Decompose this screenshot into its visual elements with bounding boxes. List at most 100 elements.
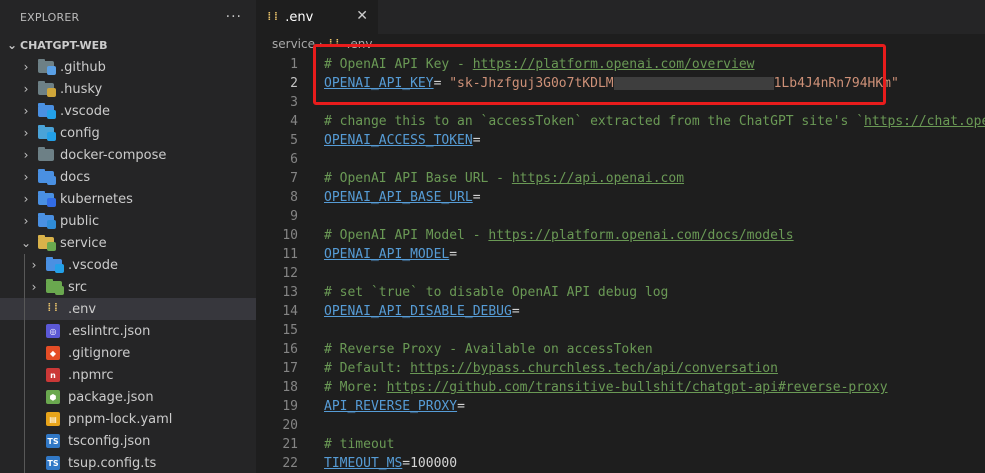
code-line: 8 OPENAI_API_BASE_URL=: [256, 188, 985, 207]
tree-item[interactable]: › public: [0, 210, 256, 232]
comment-link[interactable]: https://platform.openai.com/overview: [473, 57, 755, 72]
code-line: 15: [256, 321, 985, 340]
tree-item-label: .eslintrc.json: [68, 323, 151, 339]
indent-guide: [24, 276, 25, 298]
tree-item[interactable]: ◆ .gitignore: [0, 342, 256, 364]
code-line: 18 # More: https://github.com/transitive-…: [256, 378, 985, 397]
tree-item[interactable]: n .npmrc: [0, 364, 256, 386]
chevron-down-icon: ⌄: [6, 38, 18, 52]
tree-item[interactable]: ⬢ package.json: [0, 386, 256, 408]
chevron-right-icon: ›: [31, 258, 37, 272]
tree-item[interactable]: › .vscode: [0, 100, 256, 122]
code-line: 6: [256, 150, 985, 169]
code-text: # change this to an `accessToken` extrac…: [324, 112, 985, 131]
tree-item-label: .vscode: [60, 103, 110, 119]
close-icon[interactable]: ✕: [356, 8, 368, 24]
tree-item-label: service: [60, 235, 107, 251]
file-type-icon: TS: [46, 455, 62, 471]
line-number: 14: [282, 304, 298, 319]
breadcrumb-item-env[interactable]: .env: [347, 37, 373, 51]
line-number: 7: [290, 171, 298, 186]
tree-item[interactable]: ▤ pnpm-lock.yaml: [0, 408, 256, 430]
code-token: # change this to an `accessToken` extrac…: [324, 114, 865, 129]
folder-icon: [38, 191, 56, 207]
code-line: 14 OPENAI_API_DISABLE_DEBUG=: [256, 302, 985, 321]
code-token: =: [472, 133, 481, 148]
comment-link[interactable]: https://platform.openai.com/docs/models: [488, 228, 793, 243]
tab-env[interactable]: ⁞⁞ .env ✕: [256, 0, 378, 34]
tree-item-label: .husky: [60, 81, 103, 97]
chevron-right-icon: ›: [318, 37, 324, 51]
line-number: 15: [282, 323, 298, 338]
code-token: # More:: [324, 380, 387, 395]
line-number: 9: [290, 209, 298, 224]
folder-icon: [38, 59, 56, 75]
code-text: OPENAI_API_MODEL=: [324, 245, 457, 264]
code-line: 1 # OpenAI API Key - https://platform.ope…: [256, 55, 985, 74]
code-editor[interactable]: 1 # OpenAI API Key - https://platform.ope…: [256, 54, 985, 473]
indent-guide: [24, 386, 25, 408]
comment-link[interactable]: https://bypass.churchless.tech/api/conve…: [410, 361, 778, 376]
line-number: 1: [290, 57, 298, 72]
line-number: 3: [290, 95, 298, 110]
tree-item-label: package.json: [68, 389, 154, 405]
env-key: OPENAI_API_DISABLE_DEBUG: [324, 304, 512, 319]
env-key: TIMEOUT_MS: [324, 456, 403, 471]
code-line: 16 # Reverse Proxy - Available on accessT…: [256, 340, 985, 359]
line-number: 5: [290, 133, 298, 148]
tree-item[interactable]: › .github: [0, 56, 256, 78]
tree-item-label: .gitignore: [68, 345, 131, 361]
code-token: # OpenAI API Base URL -: [324, 171, 512, 186]
tree-item[interactable]: › docker-compose: [0, 144, 256, 166]
tree-item-label: tsup.config.ts: [68, 455, 157, 471]
tree-item-label: .npmrc: [68, 367, 114, 383]
env-file-icon: ⁞⁞: [327, 37, 341, 50]
tree-item[interactable]: › config: [0, 122, 256, 144]
line-number: 17: [282, 361, 298, 376]
comment-link[interactable]: https://chat.open: [864, 114, 985, 129]
comment-link[interactable]: https://api.openai.com: [512, 171, 684, 186]
folder-icon: [46, 279, 64, 295]
tree-item[interactable]: › kubernetes: [0, 188, 256, 210]
tree-item[interactable]: › .husky: [0, 78, 256, 100]
tree-item[interactable]: › docs: [0, 166, 256, 188]
code-line: 9: [256, 207, 985, 226]
line-number: 18: [282, 380, 298, 395]
tree-item[interactable]: TS tsconfig.json: [0, 430, 256, 452]
tab-bar: ⁞⁞ .env ✕: [256, 0, 985, 34]
comment-link[interactable]: https://github.com/transitive-bullshit/c…: [387, 380, 888, 395]
tree-item[interactable]: ⌄ service: [0, 232, 256, 254]
tree-item[interactable]: ◎ .eslintrc.json: [0, 320, 256, 342]
tree-item[interactable]: TS tsup.config.ts: [0, 452, 256, 473]
indent-guide: [24, 320, 25, 342]
code-token: =: [457, 399, 465, 414]
code-text: OPENAI_API_BASE_URL=: [324, 188, 481, 207]
code-text: API_REVERSE_PROXY=: [324, 397, 465, 416]
line-number: 13: [282, 285, 298, 300]
code-line: 4 # change this to an `accessToken` extra…: [256, 112, 985, 131]
env-key: OPENAI_API_MODEL: [324, 247, 450, 262]
tree-item[interactable]: ⁞⁞ .env: [0, 298, 256, 320]
line-number: 10: [282, 228, 298, 243]
explorer-header: EXPLORER ···: [0, 0, 256, 34]
folder-badge-icon: [47, 176, 56, 185]
code-token: "sk-Jhzfguj3G0o7tKDLM: [449, 76, 614, 91]
chevron-right-icon: ›: [23, 104, 29, 118]
code-text: OPENAI_API_DISABLE_DEBUG=: [324, 302, 520, 321]
code-line: 7 # OpenAI API Base URL - https://api.ope…: [256, 169, 985, 188]
tree-item-label: docker-compose: [60, 147, 167, 163]
code-line: 12: [256, 264, 985, 283]
code-token: 100000: [410, 456, 458, 471]
code-token: # timeout: [324, 437, 395, 452]
tree-item[interactable]: › src: [0, 276, 256, 298]
code-token: =: [449, 247, 458, 262]
breadcrumb-item-service[interactable]: service: [272, 37, 315, 51]
breadcrumb: service › ⁞⁞ .env: [256, 34, 985, 54]
tree-item[interactable]: › .vscode: [0, 254, 256, 276]
code-line: 10 # OpenAI API Model - https://platform.…: [256, 226, 985, 245]
indent-guide: [24, 254, 25, 276]
code-line: 2 OPENAI_API_KEY= "sk-Jhzfguj3G0o7tKDLM 1L…: [256, 74, 985, 93]
workspace-root[interactable]: ⌄ CHATGPT-WEB: [0, 34, 256, 56]
ellipsis-icon[interactable]: ···: [226, 9, 242, 25]
indent-guide: [24, 364, 25, 386]
